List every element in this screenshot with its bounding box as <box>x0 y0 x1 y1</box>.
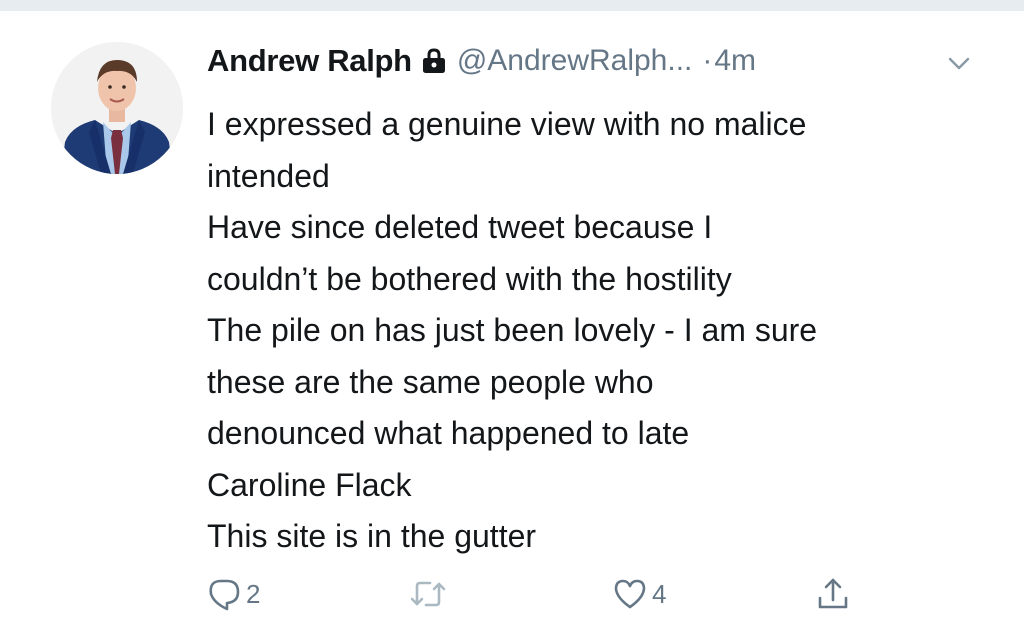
reply-button[interactable]: 2 <box>206 571 260 617</box>
tweet-text: I expressed a genuine view with no malic… <box>207 99 1007 563</box>
share-button[interactable] <box>815 571 851 617</box>
timeline-divider <box>0 0 1024 11</box>
share-icon <box>815 576 851 612</box>
tweet-text-line: Have since deleted tweet because I <box>207 209 713 245</box>
separator-dot: · <box>702 44 713 77</box>
reply-icon <box>206 576 242 612</box>
retweet-button[interactable] <box>408 571 448 617</box>
user-handle[interactable]: @AndrewRalph... <box>457 44 693 78</box>
like-count: 4 <box>652 578 667 609</box>
tweet-actions: 2 4 <box>0 571 1024 619</box>
tweet-card[interactable]: Andrew Ralph @AndrewRalph... · 4m I expr… <box>0 11 1024 631</box>
like-button[interactable]: 4 <box>612 571 666 617</box>
tweet-text-line: I expressed a genuine view with no malic… <box>207 106 807 142</box>
tweet-text-line: denounced what happened to late <box>207 415 690 451</box>
tweet-text-line: This site is in the gutter <box>207 518 537 554</box>
reply-count: 2 <box>246 578 261 609</box>
tweet-header: Andrew Ralph @AndrewRalph... · 4m <box>207 41 756 81</box>
tweet-text-line: couldn’t be bothered with the hostility <box>207 260 732 297</box>
avatar[interactable] <box>51 42 183 174</box>
retweet-icon <box>408 576 448 612</box>
chevron-down-icon[interactable] <box>948 57 970 71</box>
tweet-text-line: these are the same people who <box>207 363 654 400</box>
tweet-text-line: intended <box>207 157 330 194</box>
timestamp[interactable]: 4m <box>714 44 756 78</box>
tweet-text-line: The pile on has just been lovely - I am … <box>207 312 818 348</box>
display-name[interactable]: Andrew Ralph <box>207 43 412 79</box>
tweet-text-line: Caroline Flack <box>207 466 412 503</box>
lock-icon <box>420 47 448 75</box>
heart-icon <box>612 576 648 612</box>
